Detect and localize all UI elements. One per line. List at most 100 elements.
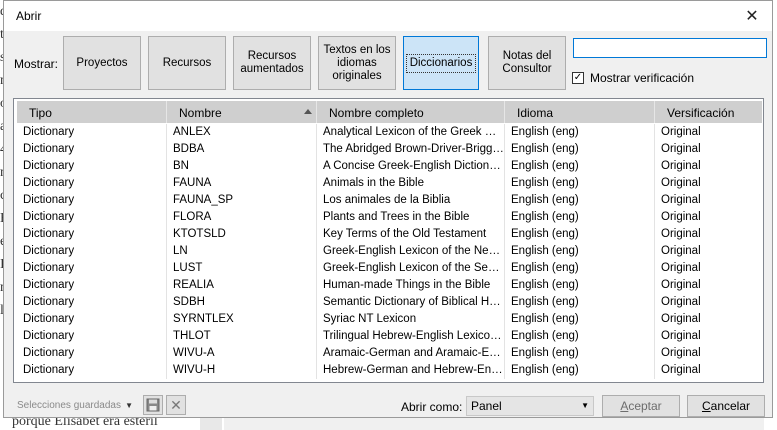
- save-selection-button[interactable]: [143, 395, 163, 415]
- cell-versification: Original: [661, 228, 701, 240]
- cell-name: SDBH: [167, 294, 317, 311]
- show-label: Mostrar:: [14, 57, 59, 71]
- cell-full-name: Hebrew-German and Hebrew-Engli...: [317, 362, 505, 379]
- table-row[interactable]: Dictionary BN A Concise Greek-English Dict…: [17, 158, 762, 175]
- cell-versification: Original: [661, 143, 701, 155]
- filter-button-consultant-notes[interactable]: Notas del Consultor: [488, 36, 566, 90]
- cell-type: Dictionary: [17, 226, 167, 243]
- cell-full-name: Animals in the Bible: [317, 175, 505, 192]
- open-as-label: Abrir como:: [401, 400, 463, 414]
- cell-versification: Original: [661, 245, 701, 257]
- background-panel: [224, 418, 764, 430]
- table-row[interactable]: Dictionary ANLEX Analytical Lexicon of the…: [17, 124, 762, 141]
- cell-language: English (eng): [505, 192, 655, 209]
- cell-versification: Original: [661, 296, 701, 308]
- cell-name: WIVU-H: [167, 362, 317, 379]
- cell-versification: Original: [661, 364, 701, 376]
- cell-type: Dictionary: [17, 243, 167, 260]
- open-as-value: Panel: [471, 399, 502, 413]
- cell-name: KTOTSLD: [167, 226, 317, 243]
- cell-versification: Original: [661, 160, 701, 172]
- saved-selections-label: Selecciones guardadas: [17, 400, 121, 411]
- cell-name: BDBA: [167, 141, 317, 158]
- cell-type: Dictionary: [17, 294, 167, 311]
- filter-button-source-texts[interactable]: Textos en los idiomas originales: [318, 36, 396, 90]
- column-header-full-name[interactable]: Nombre completo: [317, 101, 505, 123]
- cell-name: REALIA: [167, 277, 317, 294]
- table-row[interactable]: Dictionary REALIA Human-made Things in the…: [17, 277, 762, 294]
- cell-type: Dictionary: [17, 192, 167, 209]
- table-row[interactable]: Dictionary LUST Greek-English Lexicon of t…: [17, 260, 762, 277]
- accept-label: ceptar: [628, 399, 662, 413]
- cell-full-name: Key Terms of the Old Testament: [317, 226, 505, 243]
- cell-full-name: Analytical Lexicon of the Greek Ne...: [317, 124, 505, 141]
- title-bar: Abrir ✕: [4, 1, 772, 31]
- accept-button[interactable]: Aceptar: [602, 395, 680, 417]
- cell-language: English (eng): [505, 141, 655, 158]
- column-header-name[interactable]: Nombre: [167, 101, 317, 123]
- cell-full-name: The Abridged Brown-Driver-Briggs ...: [317, 141, 505, 158]
- cell-language: English (eng): [505, 209, 655, 226]
- filter-button-resources[interactable]: Recursos: [148, 36, 226, 90]
- cell-full-name: A Concise Greek-English Dictionar...: [317, 158, 505, 175]
- table-row[interactable]: Dictionary BDBA The Abridged Brown-Driver-…: [17, 141, 762, 158]
- filter-button-enhanced-resources[interactable]: Recursos aumentados: [233, 36, 311, 90]
- show-verification-checkbox[interactable]: ✓: [572, 72, 584, 84]
- cell-type: Dictionary: [17, 328, 167, 345]
- show-verification-option[interactable]: ✓ Mostrar verificación: [572, 71, 694, 85]
- background-bottom-text: porque Elisabet era estéril: [12, 418, 158, 429]
- cell-name: BN: [167, 158, 317, 175]
- cancel-label: ancelar: [710, 399, 751, 413]
- table-row[interactable]: Dictionary SDBH Semantic Dictionary of Bib…: [17, 294, 762, 311]
- table-row[interactable]: Dictionary THLOT Trilingual Hebrew-English…: [17, 328, 762, 345]
- cell-language: English (eng): [505, 311, 655, 328]
- table-row[interactable]: Dictionary SYRNTLEX Syriac NT Lexicon Engli…: [17, 311, 762, 328]
- column-header-versification[interactable]: Versificación: [655, 101, 762, 123]
- close-icon[interactable]: ✕: [732, 1, 772, 31]
- cell-full-name: Human-made Things in the Bible: [317, 277, 505, 294]
- cell-versification: Original: [661, 211, 701, 223]
- cell-type: Dictionary: [17, 362, 167, 379]
- cancel-button[interactable]: Cancelar: [687, 395, 765, 417]
- cell-language: English (eng): [505, 328, 655, 345]
- table-row[interactable]: Dictionary FAUNA_SP Los animales de la Bib…: [17, 192, 762, 209]
- cell-name: ANLEX: [167, 124, 317, 141]
- cell-full-name: Greek-English Lexicon of the New ...: [317, 243, 505, 260]
- filter-button-projects[interactable]: Proyectos: [63, 36, 141, 90]
- cell-full-name: Plants and Trees in the Bible: [317, 209, 505, 226]
- table-row[interactable]: Dictionary WIVU-A Aramaic-German and Arama…: [17, 345, 762, 362]
- column-header-language[interactable]: Idioma: [505, 101, 655, 123]
- table-row[interactable]: Dictionary FAUNA Animals in the Bible Engli…: [17, 175, 762, 192]
- cell-versification: Original: [661, 262, 701, 274]
- table-row[interactable]: Dictionary WIVU-H Hebrew-German and Hebrew…: [17, 362, 762, 379]
- chevron-down-icon: ▼: [125, 401, 133, 410]
- table-row[interactable]: Dictionary LN Greek-English Lexicon of the…: [17, 243, 762, 260]
- cell-versification: Original: [661, 347, 701, 359]
- accept-mnemonic: A: [620, 399, 629, 413]
- table-body: Dictionary ANLEX Analytical Lexicon of the…: [17, 124, 762, 379]
- cell-language: English (eng): [505, 226, 655, 243]
- open-dialog: Abrir ✕ Mostrar: Proyectos Recursos Recu…: [3, 0, 773, 418]
- dialog-title: Abrir: [16, 9, 42, 23]
- cell-versification: Original: [661, 279, 701, 291]
- saved-selections-dropdown[interactable]: Selecciones guardadas ▼: [13, 396, 137, 416]
- cell-name: FAUNA_SP: [167, 192, 317, 209]
- delete-selection-button[interactable]: ✕: [166, 395, 186, 415]
- open-as-dropdown[interactable]: Panel ▼: [466, 396, 594, 416]
- cell-type: Dictionary: [17, 345, 167, 362]
- cell-full-name: Aramaic-German and Aramaic-Engli...: [317, 345, 505, 362]
- cell-versification: Original: [661, 313, 701, 325]
- cancel-mnemonic: C: [701, 399, 711, 413]
- table-row[interactable]: Dictionary FLORA Plants and Trees in the B…: [17, 209, 762, 226]
- filter-button-dictionaries[interactable]: Diccionarios: [403, 36, 479, 90]
- cell-versification: Original: [661, 126, 701, 138]
- cell-language: English (eng): [505, 124, 655, 141]
- table-header: Tipo Nombre Nombre completo Idioma Versi…: [17, 101, 762, 123]
- table-row[interactable]: Dictionary KTOTSLD Key Terms of the Old Te…: [17, 226, 762, 243]
- cell-full-name: Los animales de la Biblia: [317, 192, 505, 209]
- search-input[interactable]: [573, 38, 767, 58]
- cell-full-name: Greek-English Lexicon of the Sept...: [317, 260, 505, 277]
- column-header-type[interactable]: Tipo: [17, 101, 167, 123]
- show-verification-label: Mostrar verificación: [590, 71, 695, 85]
- cell-language: English (eng): [505, 175, 655, 192]
